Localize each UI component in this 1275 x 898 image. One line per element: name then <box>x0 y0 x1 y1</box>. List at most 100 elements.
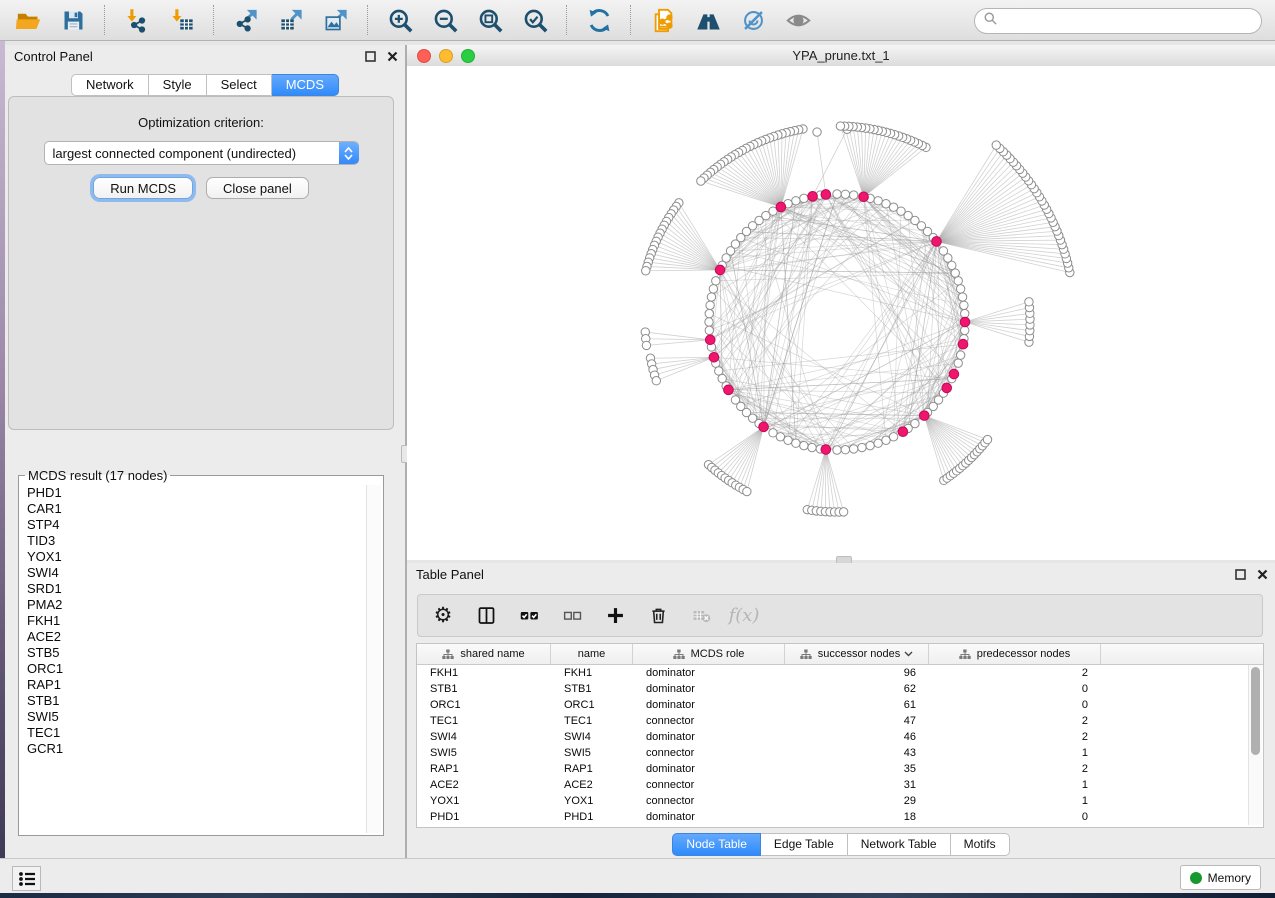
main-toolbar <box>0 0 1275 41</box>
column-header-MCDS-role[interactable]: MCDS role <box>633 644 785 664</box>
table-row[interactable]: SWI5SWI5connector431 <box>417 745 1263 761</box>
network-view-window: YPA_prune.txt_1 <box>407 45 1275 560</box>
mcds-node <box>919 411 929 421</box>
mcds-result-item[interactable]: STB1 <box>20 693 366 709</box>
table-row[interactable]: RAP1RAP1dominator352 <box>417 761 1263 777</box>
mcds-result-item[interactable]: PMA2 <box>20 597 366 613</box>
export-network-button[interactable] <box>226 3 266 37</box>
table-row[interactable]: FKH1FKH1dominator962 <box>417 665 1263 681</box>
float-panel-icon[interactable] <box>361 48 379 64</box>
close-table-panel-icon[interactable] <box>1253 566 1271 582</box>
add-button[interactable] <box>602 602 628 630</box>
table-row[interactable]: SWI4SWI4dominator462 <box>417 729 1263 745</box>
cell-MCDS-role: dominator <box>633 811 785 823</box>
mcds-result-item[interactable]: YOX1 <box>20 549 366 565</box>
mcds-result-item[interactable]: ACE2 <box>20 629 366 645</box>
refresh-button[interactable] <box>579 3 619 37</box>
column-header-name[interactable]: name <box>551 644 633 664</box>
ring-node <box>833 446 841 454</box>
tab-style[interactable]: Style <box>149 74 207 96</box>
mcds-result-item[interactable]: SWI4 <box>20 565 366 581</box>
table-body: FKH1FKH1dominator962STB1STB1dominator620… <box>417 665 1263 825</box>
tab-motifs[interactable]: Motifs <box>951 833 1010 856</box>
import-network-button[interactable] <box>117 3 157 37</box>
cell-predecessor-nodes: 1 <box>929 779 1101 791</box>
column-header-predecessor-nodes[interactable]: predecessor nodes <box>929 644 1101 664</box>
mcds-result-item[interactable]: STB5 <box>20 645 366 661</box>
tab-mcds[interactable]: MCDS <box>272 74 339 96</box>
mcds-result-item[interactable]: PHD1 <box>20 485 366 501</box>
table-row[interactable]: ACE2ACE2connector311 <box>417 777 1263 793</box>
delete-button[interactable] <box>645 602 671 630</box>
mcds-result-item[interactable]: SRD1 <box>20 581 366 597</box>
network-graph[interactable] <box>407 66 1275 560</box>
leaf-node <box>813 128 821 136</box>
tab-network[interactable]: Network <box>71 74 149 96</box>
cell-successor-nodes: 31 <box>785 779 929 791</box>
cell-name: RAP1 <box>551 763 633 775</box>
import-table-button[interactable] <box>162 3 202 37</box>
ring-node <box>911 419 919 427</box>
ring-node <box>954 277 962 285</box>
mcds-result-item[interactable]: ORC1 <box>20 661 366 677</box>
mcds-result-item[interactable]: TID3 <box>20 533 366 549</box>
cell-MCDS-role: dominator <box>633 763 785 775</box>
zoom-out-button[interactable] <box>425 3 465 37</box>
tab-edge-table[interactable]: Edge Table <box>761 833 848 856</box>
table-row[interactable]: TEC1TEC1connector472 <box>417 713 1263 729</box>
hide-style-button[interactable] <box>733 3 773 37</box>
memory-button[interactable]: Memory <box>1180 865 1261 890</box>
clear-selection-button[interactable] <box>559 602 585 630</box>
show-graphics-button[interactable] <box>778 3 818 37</box>
table-row[interactable]: PHD1PHD1dominator180 <box>417 809 1263 825</box>
table-row[interactable]: ORC1ORC1dominator610 <box>417 697 1263 713</box>
tab-select[interactable]: Select <box>207 74 272 96</box>
export-table-button[interactable] <box>271 3 311 37</box>
close-panel-button[interactable]: Close panel <box>206 177 309 199</box>
tab-node-table[interactable]: Node Table <box>672 833 761 856</box>
mcds-result-item[interactable]: RAP1 <box>20 677 366 693</box>
zoom-in-button[interactable] <box>380 3 420 37</box>
task-history-button[interactable] <box>12 866 41 891</box>
mcds-result-item[interactable]: CAR1 <box>20 501 366 517</box>
search-input[interactable] <box>998 11 1261 31</box>
network-canvas[interactable] <box>407 66 1275 560</box>
clone-network-button[interactable] <box>643 3 683 37</box>
mcds-result-item[interactable]: TEC1 <box>20 725 366 741</box>
save-button[interactable] <box>53 3 93 37</box>
gear-button[interactable]: ⚙ <box>430 602 456 630</box>
open-folder-button[interactable] <box>8 3 48 37</box>
mcds-result-item[interactable]: FKH1 <box>20 613 366 629</box>
float-table-panel-icon[interactable] <box>1231 566 1249 582</box>
column-header-successor-nodes[interactable]: successor nodes <box>785 644 929 664</box>
ring-node <box>709 285 717 293</box>
zoom-fit-button[interactable] <box>470 3 510 37</box>
optimization-criterion-select[interactable]: largest connected component (undirected) <box>44 141 359 165</box>
columns-button[interactable] <box>473 602 499 630</box>
network-window-titlebar: YPA_prune.txt_1 <box>407 45 1275 67</box>
ring-node <box>874 197 882 205</box>
mcds-list-scrollbar[interactable] <box>366 485 381 833</box>
table-row[interactable]: STB1STB1dominator620 <box>417 681 1263 697</box>
desktop-wallpaper-bottom <box>0 893 1275 898</box>
tab-network-table[interactable]: Network Table <box>848 833 951 856</box>
zoom-selected-button[interactable] <box>515 3 555 37</box>
select-all-button[interactable] <box>516 602 542 630</box>
table-scrollbar-thumb[interactable] <box>1251 667 1260 755</box>
cell-predecessor-nodes: 2 <box>929 667 1101 679</box>
search-box[interactable] <box>974 8 1262 34</box>
mcds-result-item[interactable]: SWI5 <box>20 709 366 725</box>
node-table: shared namenameMCDS rolesuccessor nodesp… <box>416 643 1264 828</box>
search-binoculars-button[interactable] <box>688 3 728 37</box>
close-panel-icon[interactable] <box>383 48 401 64</box>
run-mcds-button[interactable]: Run MCDS <box>93 177 193 199</box>
table-row[interactable]: YOX1YOX1connector291 <box>417 793 1263 809</box>
ring-node <box>833 190 841 198</box>
mcds-result-item[interactable]: STP4 <box>20 517 366 533</box>
table-scrollbar[interactable] <box>1248 665 1262 825</box>
mcds-result-item[interactable]: GCR1 <box>20 741 366 757</box>
export-image-button[interactable] <box>316 3 356 37</box>
mcds-node <box>724 385 734 395</box>
column-header-shared-name[interactable]: shared name <box>417 644 551 664</box>
ring-node <box>889 433 897 441</box>
